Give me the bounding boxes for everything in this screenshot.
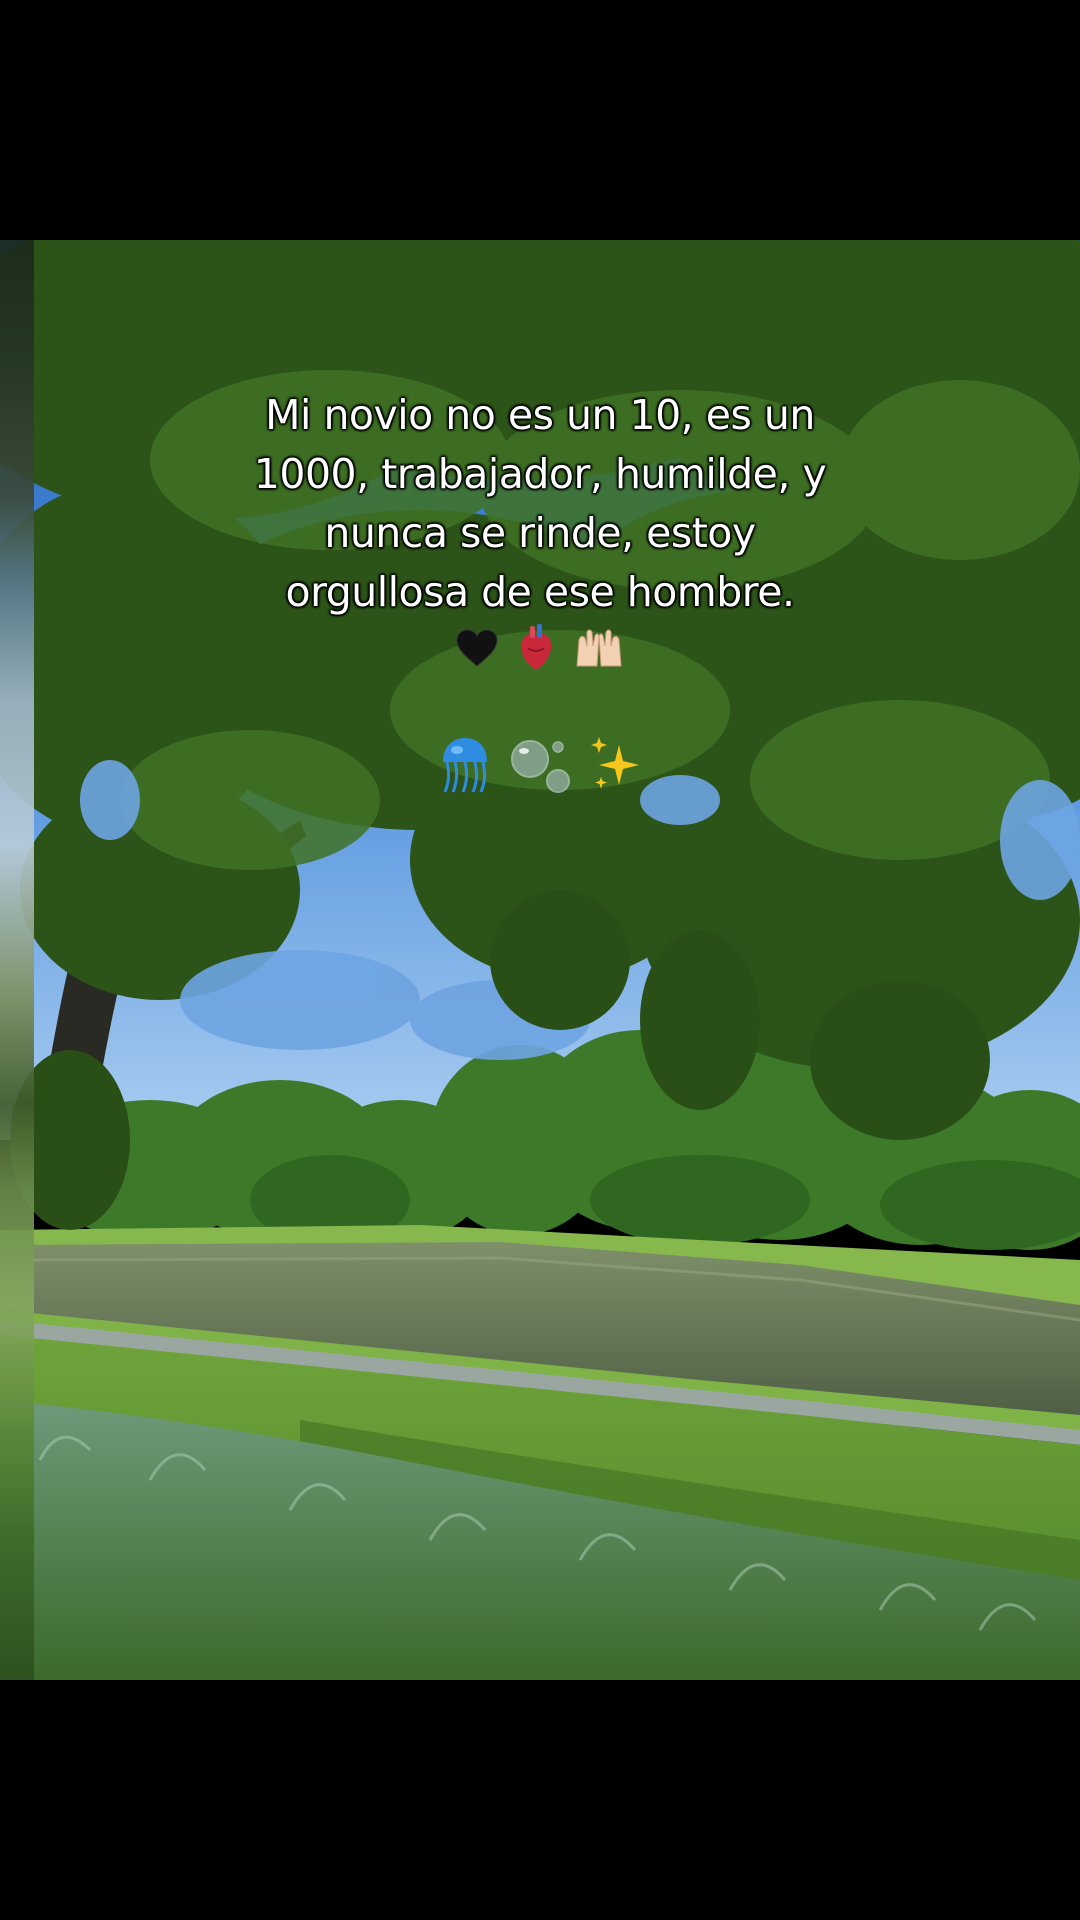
raising-hands-icon — [573, 626, 625, 681]
caption-line: 1000, trabajador, humilde, y — [253, 450, 827, 498]
sparkles-icon — [589, 735, 641, 806]
left-edge-blur-strip — [0, 240, 34, 1680]
overlay-caption: Mi novio no es un 10, es un 1000, trabaj… — [200, 386, 880, 622]
black-heart-icon — [455, 628, 499, 679]
caption-line: Mi novio no es un 10, es un — [265, 391, 815, 439]
caption-line: nunca se rinde, estoy — [324, 509, 756, 557]
jellyfish-icon — [439, 734, 491, 807]
emoji-row-hearts — [0, 624, 1080, 683]
anatomical-heart-icon — [516, 624, 556, 683]
bubbles-icon — [508, 735, 572, 806]
caption-line: orgullosa de ese hombre. — [285, 568, 796, 616]
emoji-row-sea — [0, 734, 1080, 807]
video-frame: Mi novio no es un 10, es un 1000, trabaj… — [0, 0, 1080, 1920]
